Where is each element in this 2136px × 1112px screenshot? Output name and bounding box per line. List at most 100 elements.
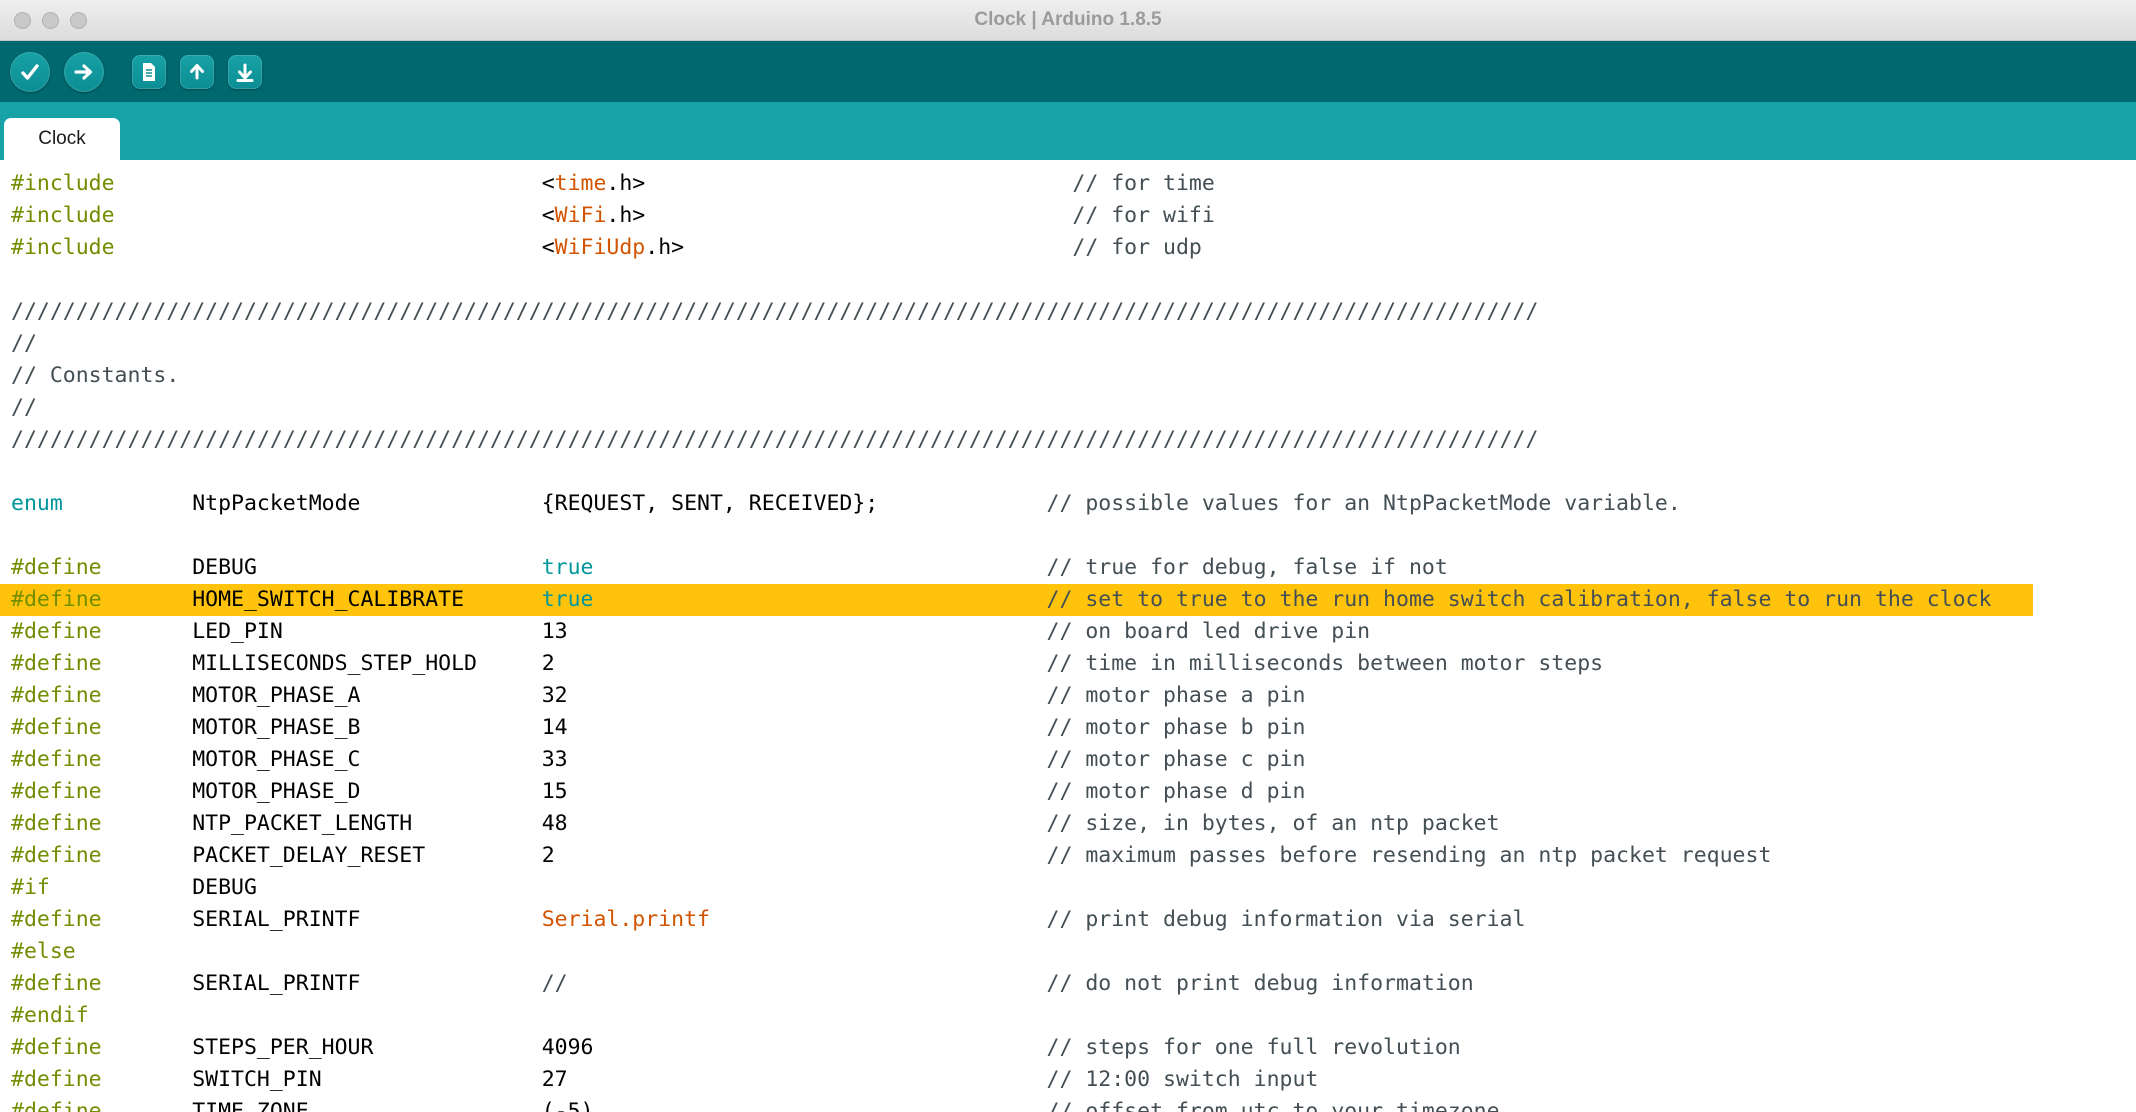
- window-title: Clock | Arduino 1.8.5: [974, 9, 1162, 30]
- code-segment: // time in milliseconds between motor st…: [1046, 651, 1604, 676]
- code-segment: (-5): [541, 1099, 594, 1112]
- tab-label: Clock: [38, 128, 86, 149]
- code-segment: HOME_SWITCH_CALIBRATE: [192, 587, 465, 612]
- code-segment: 48: [541, 811, 568, 836]
- code-line: #define SERIAL_PRINTF Serial.printf // prin…: [0, 904, 2136, 936]
- code-segment: .h>: [606, 203, 646, 228]
- open-button[interactable]: [180, 54, 214, 89]
- zoom-button[interactable]: [70, 11, 87, 29]
- code-line: #include < WiFiUdp .h> // for udp: [0, 232, 2136, 264]
- code-segment: #define: [11, 1035, 102, 1060]
- code-segment: <: [541, 235, 555, 260]
- code-segment: #define: [11, 555, 102, 580]
- code-segment: #define: [11, 747, 102, 772]
- code-segment: #define: [11, 779, 102, 804]
- code-segment: NtpPacketMode: [192, 491, 361, 516]
- code-segment: WiFi: [554, 203, 607, 228]
- code-segment: // motor phase d pin: [1046, 779, 1306, 804]
- code-segment: 14: [541, 715, 568, 740]
- code-segment: // for time: [1072, 171, 1215, 196]
- code-segment: // true for debug, false if not: [1046, 555, 1448, 580]
- code-segment: #include: [11, 171, 115, 196]
- code-segment: #include: [11, 203, 115, 228]
- code-segment: 2: [541, 651, 555, 676]
- close-button[interactable]: [14, 11, 31, 29]
- code-line: #define TIME_ZONE (-5) // offset from utc t…: [0, 1096, 2136, 1112]
- code-line: #define STEPS_PER_HOUR 4096 // steps for on…: [0, 1032, 2136, 1064]
- code-segment: {REQUEST, SENT, RECEIVED};: [541, 491, 879, 516]
- code-line: #define NTP_PACKET_LENGTH 48 // size, in by…: [0, 808, 2136, 840]
- save-button[interactable]: [228, 54, 262, 89]
- code-segment: #define: [11, 587, 102, 612]
- code-segment: // on board led drive pin: [1046, 619, 1371, 644]
- code-segment: 33: [541, 747, 568, 772]
- code-line: #define MILLISECONDS_STEP_HOLD 2 // time in…: [0, 648, 2136, 680]
- code-segment: 15: [541, 779, 568, 804]
- code-segment: SERIAL_PRINTF: [192, 907, 361, 932]
- code-segment: #else: [11, 939, 76, 964]
- code-segment: SERIAL_PRINTF: [192, 971, 361, 996]
- code-line: #define LED_PIN 13 // on board led drive pi…: [0, 616, 2136, 648]
- code-segment: #define: [11, 1099, 102, 1112]
- minimize-button[interactable]: [42, 11, 59, 29]
- code-line: ////////////////////////////////////////…: [0, 296, 2136, 328]
- code-segment: // size, in bytes, of an ntp packet: [1046, 811, 1500, 836]
- arrow-right-icon: [72, 60, 96, 84]
- code-segment: LED_PIN: [192, 619, 283, 644]
- tab-bar: Clock: [0, 102, 2136, 160]
- code-segment: DEBUG: [192, 555, 257, 580]
- code-segment: #define: [11, 907, 102, 932]
- verify-button[interactable]: [10, 51, 50, 92]
- window-controls: [14, 0, 87, 40]
- code-segment: ////////////////////////////////////////…: [11, 299, 1539, 324]
- code-segment: WiFiUdp: [554, 235, 646, 260]
- code-line: enum NtpPacketMode {REQUEST, SENT, RECEIVE…: [0, 488, 2136, 520]
- code-segment: #define: [11, 683, 102, 708]
- code-segment: // do not print debug information: [1046, 971, 1474, 996]
- code-line: #define SWITCH_PIN 27 // 12:00 switch input: [0, 1064, 2136, 1096]
- code-segment: .h>: [645, 235, 685, 260]
- code-segment: // 12:00 switch input: [1046, 1067, 1319, 1092]
- code-line: #define PACKET_DELAY_RESET 2 // maximum pas…: [0, 840, 2136, 872]
- code-segment: MILLISECONDS_STEP_HOLD: [192, 651, 477, 676]
- code-segment: #define: [11, 651, 102, 676]
- code-segment: time: [554, 171, 607, 196]
- code-segment: 4096: [541, 1035, 594, 1060]
- code-line: #define MOTOR_PHASE_C 33 // motor phase c p…: [0, 744, 2136, 776]
- upload-button[interactable]: [64, 51, 104, 92]
- code-segment: 32: [541, 683, 568, 708]
- code-line: #if DEBUG: [0, 872, 2136, 904]
- code-segment: // for udp: [1072, 235, 1202, 260]
- code-segment: TIME_ZONE: [192, 1099, 309, 1112]
- code-segment: 2: [541, 843, 555, 868]
- code-segment: MOTOR_PHASE_D: [192, 779, 361, 804]
- code-segment: 13: [541, 619, 568, 644]
- titlebar: Clock | Arduino 1.8.5: [0, 0, 2136, 41]
- code-segment: // motor phase b pin: [1046, 715, 1306, 740]
- code-segment: #define: [11, 715, 102, 740]
- code-editor[interactable]: #include < time .h>// for time #include < WiFi…: [0, 160, 2136, 1112]
- code-segment: #define: [11, 811, 102, 836]
- code-segment: #define: [11, 971, 102, 996]
- toolbar: [0, 41, 2136, 102]
- code-line: #define SERIAL_PRINTF // // do not print de…: [0, 968, 2136, 1000]
- code-segment: #if: [11, 875, 50, 900]
- code-segment: true: [541, 587, 594, 612]
- code-segment: // maximum passes before resending an nt…: [1046, 843, 1772, 868]
- code-segment: .h>: [606, 171, 646, 196]
- code-segment: <: [541, 203, 555, 228]
- code-line: #else: [0, 936, 2136, 968]
- code-line-highlighted: #define HOME_SWITCH_CALIBRATE true // set t…: [0, 584, 2034, 616]
- code-segment: MOTOR_PHASE_B: [192, 715, 361, 740]
- code-segment: // set to true to the run home switch ca…: [1046, 587, 1992, 612]
- code-line: // Constants.: [0, 360, 2136, 392]
- new-sketch-button[interactable]: [132, 54, 166, 89]
- code-segment: #define: [11, 843, 102, 868]
- code-segment: PACKET_DELAY_RESET: [192, 843, 426, 868]
- tab-clock[interactable]: Clock: [4, 118, 120, 160]
- code-segment: 27: [541, 1067, 568, 1092]
- code-segment: // Constants.: [11, 363, 180, 388]
- code-segment: // steps for one full revolution: [1046, 1035, 1461, 1060]
